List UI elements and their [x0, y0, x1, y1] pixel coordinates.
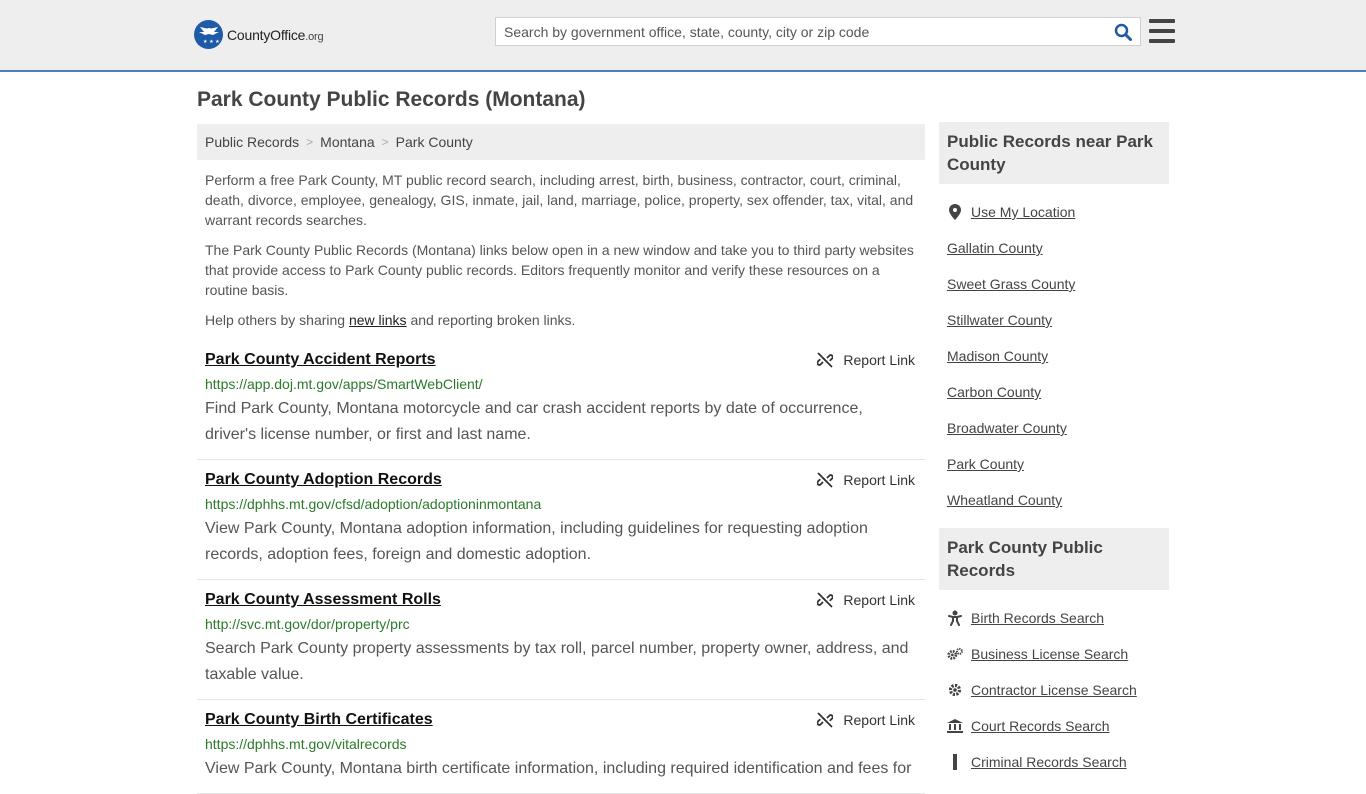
sidebar-item-county: Carbon County — [947, 374, 1169, 410]
breadcrumb-public-records[interactable]: Public Records — [205, 134, 299, 150]
intro-text-before: Help others by sharing — [205, 312, 349, 328]
report-link-button[interactable]: Report Link — [817, 592, 915, 608]
record-description: View Park County, Montana adoption infor… — [205, 520, 868, 563]
business-license-search-link[interactable]: Business License Search — [971, 646, 1128, 662]
birth-records-search-link[interactable]: Birth Records Search — [971, 610, 1104, 626]
county-link[interactable]: Carbon County — [947, 384, 1041, 400]
logo-text: CountyOffice.org — [227, 26, 324, 43]
intro-text: Perform a free Park County, MT public re… — [197, 160, 925, 330]
report-link-label: Report Link — [843, 592, 915, 608]
gear-icon — [947, 683, 963, 697]
sidebar-item-county: Wheatland County — [947, 482, 1169, 518]
search-bar — [495, 17, 1141, 46]
use-my-location-link[interactable]: Use My Location — [971, 204, 1075, 220]
nearby-records-heading: Public Records near Park County — [939, 122, 1169, 184]
county-link[interactable]: Stillwater County — [947, 312, 1052, 328]
breadcrumb-montana[interactable]: Montana — [320, 134, 374, 150]
main-content: Public Records > Montana > Park County P… — [197, 124, 925, 794]
intro-paragraph-3: Help others by sharing new links and rep… — [205, 310, 917, 330]
record-item: Park County Birth Certificates Report Li… — [197, 700, 925, 794]
record-item: Park County Assessment Rolls Report Link… — [197, 580, 925, 700]
sidebar-item-county: Gallatin County — [947, 230, 1169, 266]
sidebar-item-court-records: Court Records Search — [947, 708, 1169, 744]
breadcrumb-separator: > — [381, 135, 389, 149]
sidebar-item-use-my-location: Use My Location — [947, 194, 1169, 230]
broken-link-icon — [817, 472, 834, 488]
record-url: https://dphhs.mt.gov/vitalrecords — [205, 736, 407, 752]
sidebar-item-county: Stillwater County — [947, 302, 1169, 338]
record-item: Park County Adoption Records Report Link… — [197, 460, 925, 580]
report-link-label: Report Link — [843, 472, 915, 488]
search-icon — [1114, 23, 1132, 41]
site-logo[interactable]: ★ ★ ★ CountyOffice.org — [194, 20, 324, 49]
baby-icon — [947, 610, 963, 626]
intro-paragraph-2: The Park County Public Records (Montana)… — [205, 242, 914, 298]
new-links-link[interactable]: new links — [349, 312, 407, 328]
record-description: View Park County, Montana birth certific… — [205, 760, 912, 777]
county-link[interactable]: Park County — [947, 456, 1024, 472]
broken-link-icon — [817, 592, 834, 608]
record-description: Search Park County property assessments … — [205, 640, 909, 683]
court-records-search-link[interactable]: Court Records Search — [971, 718, 1110, 734]
search-input[interactable] — [496, 18, 1106, 45]
sidebar-item-birth-records: Birth Records Search — [947, 600, 1169, 636]
record-item: Park County Accident Reports Report Link… — [197, 340, 925, 460]
search-button[interactable] — [1106, 18, 1140, 45]
county-link[interactable]: Madison County — [947, 348, 1048, 364]
breadcrumb-separator: > — [306, 135, 314, 149]
record-title-link[interactable]: Park County Assessment Rolls — [205, 591, 441, 608]
broken-link-icon — [817, 352, 834, 368]
report-link-button[interactable]: Report Link — [817, 712, 915, 728]
location-pin-icon — [947, 204, 963, 220]
sidebar: Public Records near Park County Use My L… — [939, 122, 1169, 780]
intro-paragraph-1: Perform a free Park County, MT public re… — [205, 172, 914, 228]
sidebar-item-county: Broadwater County — [947, 410, 1169, 446]
broken-link-icon — [817, 712, 834, 728]
eagle-seal-icon: ★ ★ ★ — [194, 20, 223, 49]
page-title: Park County Public Records (Montana) — [197, 88, 586, 111]
sidebar-item-criminal-records: Criminal Records Search — [947, 744, 1169, 780]
report-link-label: Report Link — [843, 712, 915, 728]
county-link[interactable]: Broadwater County — [947, 420, 1067, 436]
report-link-button[interactable]: Report Link — [817, 352, 915, 368]
svg-text:★ ★ ★: ★ ★ ★ — [203, 39, 220, 44]
report-link-button[interactable]: Report Link — [817, 472, 915, 488]
record-url: https://app.doj.mt.gov/apps/SmartWebClie… — [205, 376, 483, 392]
nearby-counties-list: Use My Location Gallatin County Sweet Gr… — [939, 184, 1169, 518]
record-title-link[interactable]: Park County Adoption Records — [205, 471, 442, 488]
county-link[interactable]: Wheatland County — [947, 492, 1062, 508]
sidebar-item-county: Sweet Grass County — [947, 266, 1169, 302]
record-url: https://dphhs.mt.gov/cfsd/adoption/adopt… — [205, 496, 542, 512]
intro-text-after: and reporting broken links. — [406, 312, 576, 328]
report-link-label: Report Link — [843, 352, 915, 368]
record-description: Find Park County, Montana motorcycle and… — [205, 400, 863, 443]
county-link[interactable]: Sweet Grass County — [947, 276, 1075, 292]
record-title-link[interactable]: Park County Birth Certificates — [205, 711, 433, 728]
logo-name: CountyOffice — [227, 26, 306, 43]
logo-tld: .org — [305, 30, 324, 43]
hamburger-menu-icon[interactable] — [1149, 19, 1175, 43]
site-header: ★ ★ ★ CountyOffice.org — [0, 0, 1366, 72]
county-records-list: Birth Records Search Business License Se… — [939, 590, 1169, 780]
contractor-license-search-link[interactable]: Contractor License Search — [971, 682, 1137, 698]
sidebar-item-county: Madison County — [947, 338, 1169, 374]
breadcrumb: Public Records > Montana > Park County — [197, 124, 925, 160]
record-title-link[interactable]: Park County Accident Reports — [205, 351, 436, 368]
sidebar-item-county: Park County — [947, 446, 1169, 482]
gears-icon — [947, 646, 963, 662]
record-url: http://svc.mt.gov/dor/property/prc — [205, 616, 410, 632]
sidebar-item-business-license: Business License Search — [947, 636, 1169, 672]
courthouse-icon — [947, 719, 963, 733]
sidebar-item-contractor-license: Contractor License Search — [947, 672, 1169, 708]
county-records-heading: Park County Public Records — [939, 528, 1169, 590]
breadcrumb-park-county: Park County — [395, 134, 473, 150]
county-link[interactable]: Gallatin County — [947, 240, 1043, 256]
